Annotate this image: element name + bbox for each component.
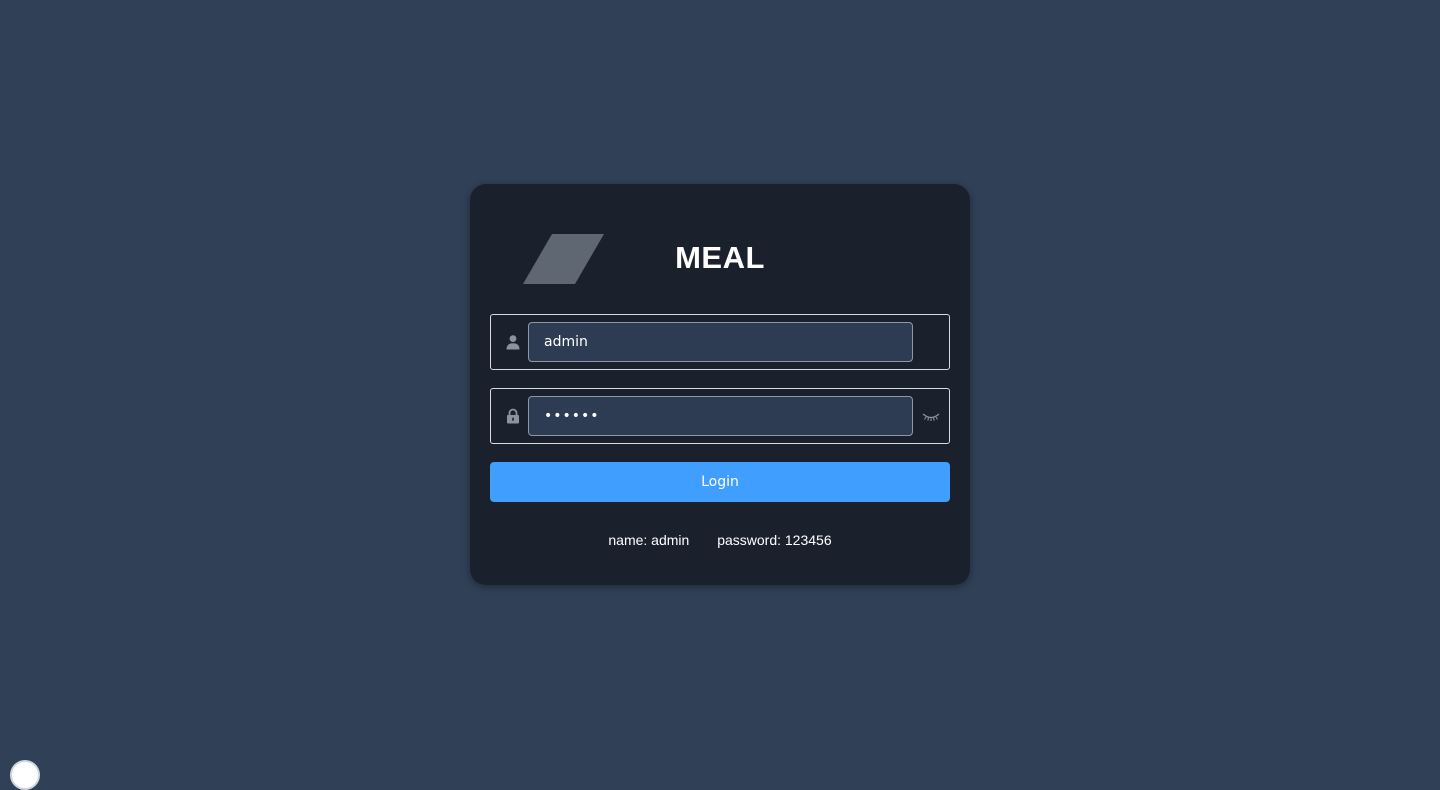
hint-name: name: admin — [608, 532, 690, 548]
user-icon — [506, 335, 520, 350]
login-button[interactable]: Login — [490, 462, 950, 502]
username-field — [490, 314, 950, 370]
password-input[interactable] — [528, 396, 913, 436]
floating-widget-button[interactable] — [10, 760, 40, 790]
login-card: MEAL Login name: admin password: 123456 — [470, 184, 970, 585]
password-field — [490, 388, 950, 444]
eye-closed-icon[interactable] — [921, 408, 941, 424]
username-input[interactable] — [528, 322, 913, 362]
lock-icon — [507, 408, 519, 424]
brand-title: MEAL — [675, 240, 765, 275]
credentials-hint: name: admin password: 123456 — [470, 532, 970, 548]
hint-password: password: 123456 — [717, 532, 832, 548]
